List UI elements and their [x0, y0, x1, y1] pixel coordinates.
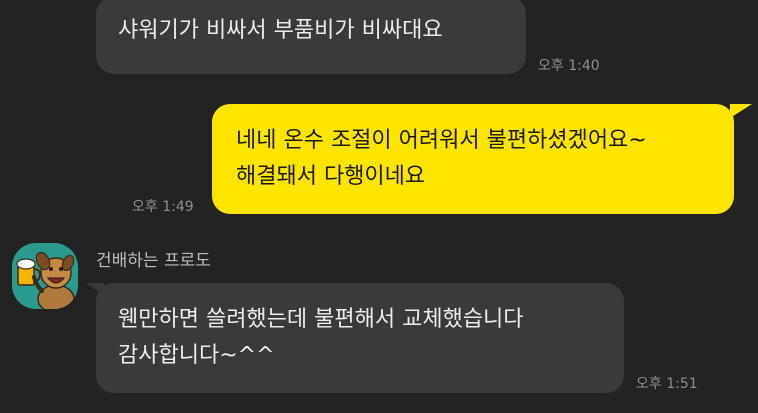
sender-name: 건배하는 프로도 [96, 251, 211, 271]
profile-avatar[interactable] [12, 243, 78, 309]
bubble-tail [730, 104, 752, 118]
message-timestamp: 오후 1:51 [636, 376, 698, 392]
message-bubble-incoming[interactable]: 샤워기가 비싸서 부품비가 비싸대요 [96, 0, 526, 74]
message-timestamp: 오후 1:40 [538, 58, 600, 74]
frodo-cheers-icon [12, 243, 78, 309]
message-bubble-incoming[interactable]: 웬만하면 쓸려했는데 불편해서 교체했습니다 감사합니다~^^ [96, 283, 624, 393]
message-timestamp: 오후 1:49 [132, 199, 194, 215]
message-bubble-outgoing[interactable]: 네네 온수 조절이 어려워서 불편하셨겠어요~ 해결돼서 다행이네요 [212, 104, 734, 214]
